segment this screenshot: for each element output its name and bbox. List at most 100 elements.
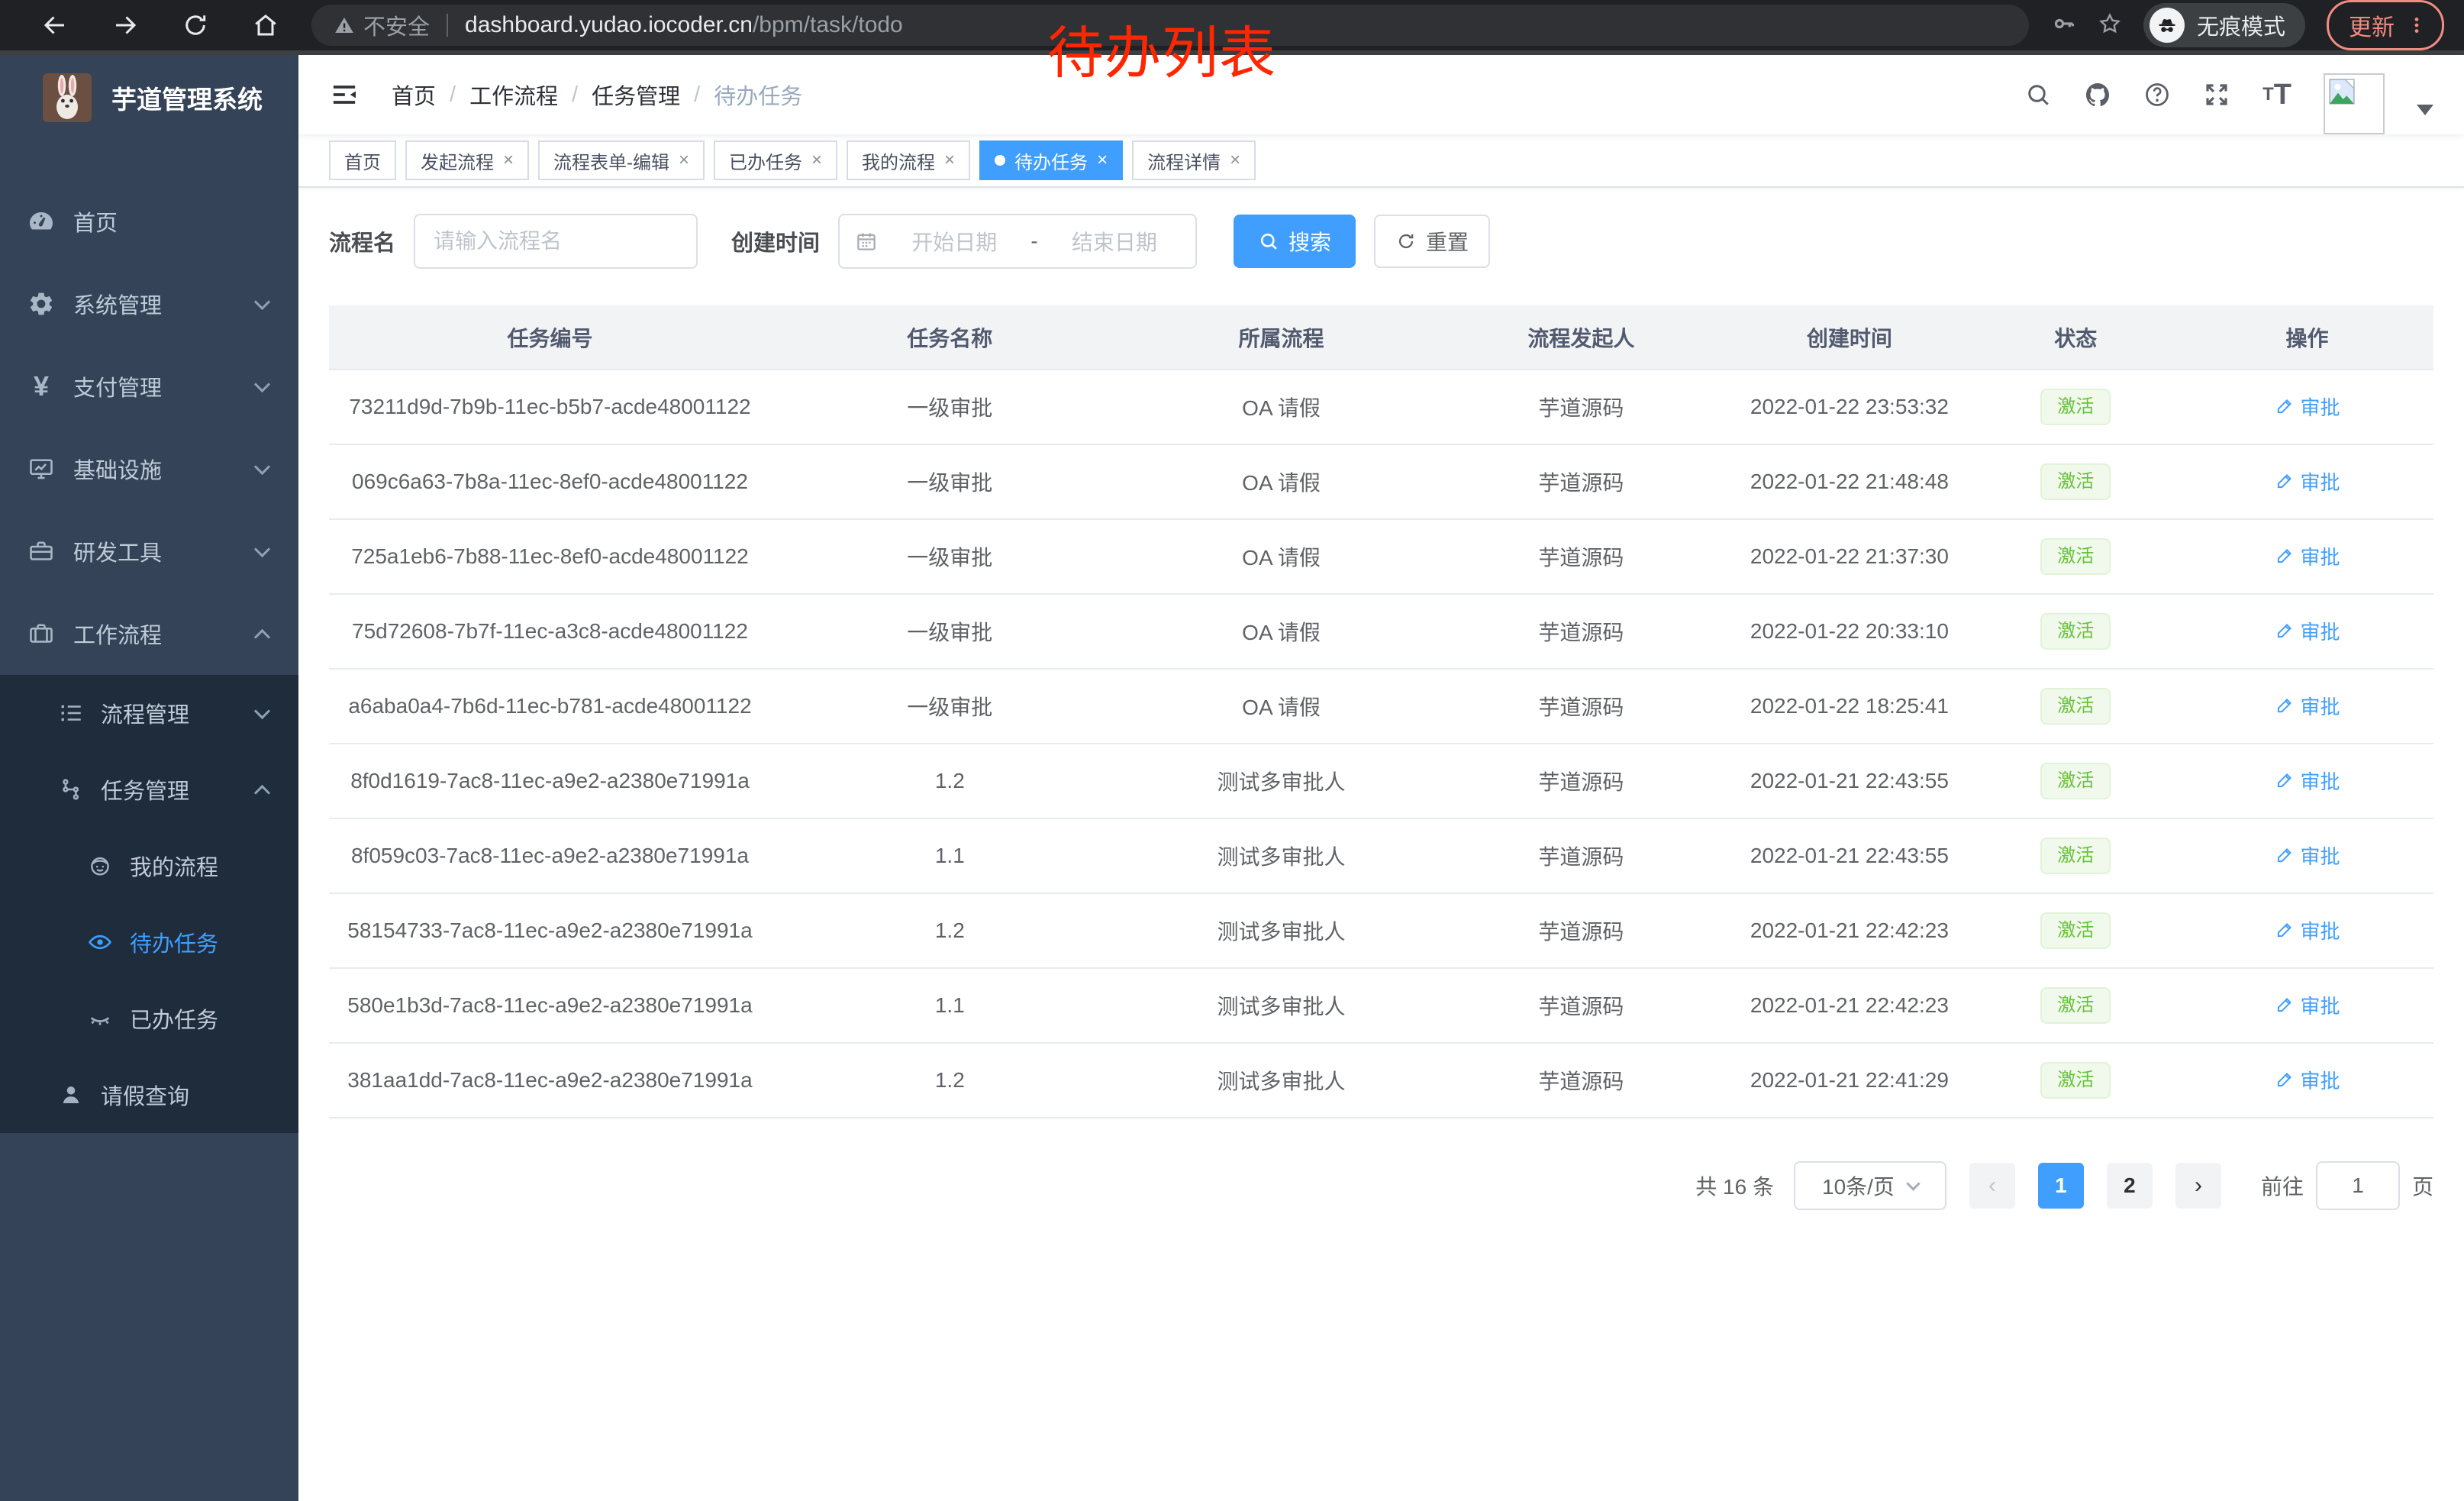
edit-icon (2275, 546, 2295, 566)
task-created-cell: 2022-01-22 18:25:41 (1728, 669, 1970, 744)
sidebar-item-infrastructure[interactable]: 基础设施 (0, 428, 298, 510)
password-key-icon[interactable] (2052, 11, 2076, 40)
approve-button[interactable]: 审批 (2275, 767, 2340, 795)
avatar[interactable] (2324, 73, 2385, 134)
approve-label: 审批 (2301, 542, 2340, 570)
update-button[interactable]: 更新 (2327, 0, 2444, 50)
process-name-input[interactable] (414, 214, 698, 269)
approve-button[interactable]: 审批 (2275, 467, 2340, 495)
date-range-picker[interactable]: 开始日期 - 结束日期 (838, 214, 1197, 269)
table-header-row: 任务编号 任务名称 所属流程 流程发起人 创建时间 状态 操作 (329, 305, 2433, 370)
browser-forward-button[interactable] (90, 11, 160, 39)
fullscreen-icon[interactable] (2203, 81, 2230, 108)
breadcrumb-item[interactable]: 首页 (392, 79, 436, 111)
url-divider (447, 14, 448, 37)
approve-button[interactable]: 审批 (2275, 841, 2340, 870)
broken-image-icon (2327, 76, 2357, 107)
breadcrumb-item[interactable]: 任务管理 (592, 79, 680, 111)
close-icon[interactable]: × (811, 150, 822, 171)
approve-button[interactable]: 审批 (2275, 1066, 2340, 1094)
sidebar-item-label: 流程管理 (101, 697, 189, 729)
task-process-cell: 测试多审批人 (1129, 968, 1434, 1043)
page-button-1[interactable]: 1 (2038, 1163, 2084, 1209)
browser-reload-button[interactable] (160, 11, 231, 39)
forward-icon (111, 11, 139, 39)
browser-back-button[interactable] (20, 11, 90, 39)
tab-已办任务[interactable]: 已办任务× (714, 140, 837, 180)
avatar-caret-icon[interactable] (2417, 105, 2433, 115)
sidebar-item-devtools[interactable]: 研发工具 (0, 510, 298, 592)
tab-流程详情[interactable]: 流程详情× (1132, 140, 1256, 180)
close-icon[interactable]: × (679, 150, 689, 171)
close-icon[interactable]: × (503, 150, 514, 171)
tab-首页[interactable]: 首页 (329, 140, 396, 180)
app-logo-row[interactable]: 芋道管理系统 (0, 55, 298, 140)
sidebar-item-system[interactable]: 系统管理 (0, 263, 298, 345)
approve-button[interactable]: 审批 (2275, 392, 2340, 421)
search-button[interactable]: 搜索 (1234, 215, 1356, 268)
security-indicator[interactable]: 不安全 (333, 9, 430, 41)
warning-icon (333, 14, 356, 37)
action-cell: 审批 (2181, 744, 2433, 818)
help-icon[interactable] (2143, 81, 2171, 108)
next-page-button[interactable]: › (2175, 1163, 2221, 1209)
task-starter-cell: 芋道源码 (1434, 669, 1728, 744)
sidebar-item-home[interactable]: 首页 (0, 180, 298, 263)
approve-label: 审批 (2301, 392, 2340, 421)
sidebar-item-done-tasks[interactable]: 已办任务 (0, 980, 298, 1057)
approve-label: 审批 (2301, 692, 2340, 720)
tab-发起流程[interactable]: 发起流程× (405, 140, 529, 180)
hamburger-fold-icon (329, 79, 360, 110)
sidebar-item-label: 基础设施 (73, 453, 162, 485)
page-size-select[interactable]: 10条/页 (1794, 1161, 1946, 1210)
browser-home-button[interactable] (231, 11, 301, 39)
sidebar-item-todo-tasks[interactable]: 待办任务 (0, 904, 298, 980)
reset-button[interactable]: 重置 (1374, 215, 1490, 268)
task-process-cell: 测试多审批人 (1129, 744, 1434, 818)
col-process: 所属流程 (1129, 305, 1434, 370)
task-id-cell: 580e1b3d-7ac8-11ec-a9e2-a2380e71991a (329, 968, 771, 1043)
sidebar-item-process-mgmt[interactable]: 流程管理 (0, 675, 298, 751)
sidebar-item-my-process[interactable]: 我的流程 (0, 828, 298, 904)
flow-tree-icon (58, 776, 84, 802)
task-starter-cell: 芋道源码 (1434, 1043, 1728, 1118)
tab-流程表单-编辑[interactable]: 流程表单-编辑× (538, 140, 705, 180)
goto-page-input[interactable] (2316, 1161, 2400, 1210)
approve-button[interactable]: 审批 (2275, 542, 2340, 570)
sidebar-item-task-mgmt[interactable]: 任务管理 (0, 751, 298, 828)
close-icon[interactable]: × (944, 150, 955, 171)
close-icon[interactable]: × (1097, 150, 1108, 171)
bookmark-star-icon[interactable] (2098, 11, 2122, 40)
task-table-body: 73211d9d-7b9b-11ec-b5b7-acde48001122一级审批… (329, 370, 2433, 1118)
annotation-overlay: 待办列表 (1047, 8, 1276, 89)
search-icon[interactable] (2024, 81, 2052, 108)
gear-icon (27, 290, 55, 318)
sidebar-item-payment[interactable]: ¥ 支付管理 (0, 345, 298, 428)
search-icon (1258, 231, 1279, 252)
sidebar-item-workflow[interactable]: 工作流程 (0, 592, 298, 675)
task-table: 任务编号 任务名称 所属流程 流程发起人 创建时间 状态 操作 73211d9d… (329, 305, 2433, 1118)
url-host: dashboard.yudao.iocoder.cn (465, 12, 753, 37)
sidebar-item-label: 系统管理 (73, 288, 162, 320)
status-badge: 激活 (2040, 463, 2111, 500)
task-created-cell: 2022-01-21 22:42:23 (1728, 968, 1970, 1043)
github-icon[interactable] (2084, 81, 2111, 108)
page-button-2[interactable]: 2 (2107, 1163, 2153, 1209)
font-size-icon[interactable]: TT (2262, 79, 2291, 111)
tab-我的流程[interactable]: 我的流程× (847, 140, 970, 180)
status-cell: 激活 (1970, 669, 2181, 744)
overflow-menu-icon[interactable] (2407, 15, 2427, 35)
tab-待办任务[interactable]: 待办任务× (979, 140, 1123, 180)
task-id-cell: 8f059c03-7ac8-11ec-a9e2-a2380e71991a (329, 818, 771, 893)
sidebar-item-leave-query[interactable]: 请假查询 (0, 1057, 298, 1133)
approve-button[interactable]: 审批 (2275, 617, 2340, 645)
breadcrumb-item[interactable]: 工作流程 (469, 79, 558, 111)
close-icon[interactable]: × (1230, 150, 1240, 171)
prev-page-button[interactable]: ‹ (1969, 1163, 2015, 1209)
approve-button[interactable]: 审批 (2275, 991, 2340, 1019)
workflow-submenu: 流程管理 任务管理 我的流程 (0, 675, 298, 1133)
approve-button[interactable]: 审批 (2275, 916, 2340, 944)
approve-button[interactable]: 审批 (2275, 692, 2340, 720)
sidebar-collapse-button[interactable] (329, 79, 360, 110)
range-separator: - (1030, 229, 1037, 253)
